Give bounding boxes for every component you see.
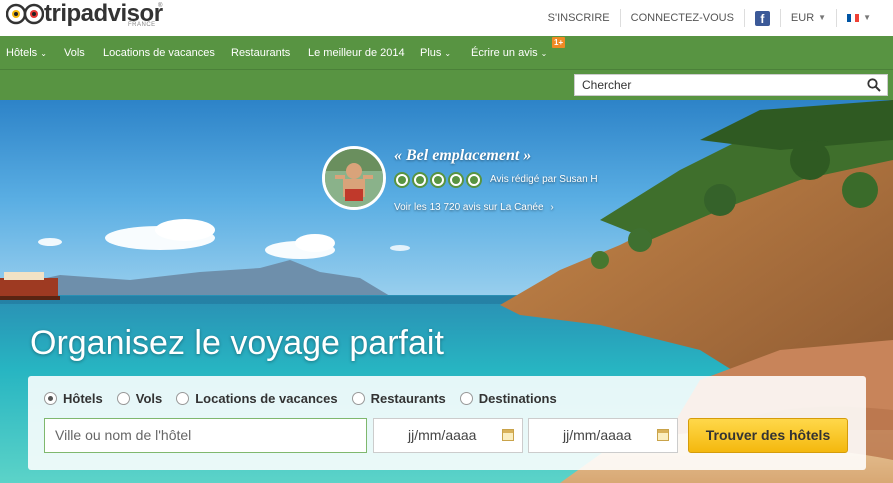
facebook-icon: f — [754, 10, 770, 26]
signup-link[interactable]: S'INSCRIRE — [538, 9, 620, 27]
chevron-down-icon: ⌄ — [40, 49, 47, 58]
search-bar-row: Chercher — [0, 70, 893, 100]
account-nav: S'INSCRIRE CONNECTEZ-VOUS f EUR ▼ ▼ — [538, 0, 881, 36]
logo-country: FRANCE — [128, 22, 156, 28]
nav-item-restaurants[interactable]: Restaurants — [231, 36, 290, 70]
facebook-button[interactable]: f — [743, 9, 780, 27]
radio-button[interactable] — [351, 392, 365, 405]
calendar-icon[interactable] — [502, 429, 514, 441]
nav-item-flights[interactable]: Vols — [64, 36, 85, 70]
hero-banner: « Bel emplacement » Avis rédigé par Susa… — [0, 100, 893, 483]
france-flag-icon — [847, 14, 860, 22]
rating-bubble-icon — [466, 172, 482, 188]
review-quote[interactable]: « Bel emplacement » — [394, 147, 531, 165]
chevron-down-icon: ▼ — [818, 13, 827, 22]
radio-button[interactable] — [459, 392, 473, 405]
nav-item-vacation-rentals[interactable]: Locations de vacances — [103, 36, 215, 70]
nav-item-write-review[interactable]: Écrire un avis ⌄ — [471, 36, 547, 70]
main-nav: Hôtels ⌄ Vols Locations de vacances Resta… — [0, 36, 893, 70]
option-flights[interactable]: Vols — [116, 391, 162, 406]
review-author: Avis rédigé par Susan H — [490, 174, 598, 185]
language-selector[interactable]: ▼ — [836, 9, 881, 27]
radio-button[interactable] — [116, 392, 130, 405]
chevron-down-icon: ⌄ — [444, 49, 452, 58]
search-type-options: Hôtels Vols Locations de vacances Restau… — [44, 391, 571, 406]
avatar-photo — [325, 149, 383, 207]
city-placeholder: Ville ou nom de l'hôtel — [55, 427, 192, 443]
owl-icon — [6, 3, 44, 25]
hero-title: Organisez le voyage parfait — [30, 324, 444, 362]
option-vacation-rentals[interactable]: Locations de vacances — [176, 391, 338, 406]
logo-registered: ® — [158, 3, 163, 9]
reviewer-avatar[interactable] — [322, 146, 386, 210]
option-restaurants[interactable]: Restaurants — [351, 391, 446, 406]
rating-bubbles — [394, 172, 482, 188]
option-hotels[interactable]: Hôtels — [44, 391, 103, 406]
checkout-date-input[interactable]: jj/mm/aaaa — [528, 418, 678, 453]
featured-review: « Bel emplacement » Avis rédigé par Susa… — [322, 146, 622, 216]
chevron-down-icon: ⌄ — [540, 49, 548, 58]
rating-bubble-icon — [394, 172, 410, 188]
search-input[interactable]: Chercher — [574, 74, 888, 96]
find-hotels-button[interactable]: Trouver des hôtels — [688, 418, 848, 453]
search-placeholder: Chercher — [582, 78, 632, 92]
rating-bubble-icon — [412, 172, 428, 188]
see-all-reviews-link[interactable]: Voir les 13 720 avis sur La Canée › — [394, 202, 554, 213]
option-destinations[interactable]: Destinations — [459, 391, 557, 406]
nav-item-best-of-2014[interactable]: Le meilleur de 2014 — [308, 36, 405, 70]
checkin-date-input[interactable]: jj/mm/aaaa — [373, 418, 523, 453]
currency-selector[interactable]: EUR ▼ — [779, 9, 836, 27]
radio-button[interactable] — [176, 392, 190, 405]
rating-bubble-icon — [430, 172, 446, 188]
calendar-icon[interactable] — [657, 429, 669, 441]
review-count-badge: 1+ — [552, 37, 566, 48]
rating-bubble-icon — [448, 172, 464, 188]
nav-item-more[interactable]: Plus ⌄ — [420, 36, 451, 70]
booking-panel: Hôtels Vols Locations de vacances Restau… — [28, 376, 866, 470]
chevron-down-icon: ▼ — [863, 13, 871, 22]
page: tripadvisor ® FRANCE S'INSCRIRE CONNECTE… — [0, 0, 893, 483]
chevron-right-icon: › — [550, 202, 554, 213]
top-bar: tripadvisor ® FRANCE S'INSCRIRE CONNECTE… — [0, 0, 893, 36]
nav-item-hotels[interactable]: Hôtels ⌄ — [6, 36, 47, 70]
city-or-hotel-input[interactable]: Ville ou nom de l'hôtel — [44, 418, 367, 453]
currency-label: EUR — [790, 12, 815, 24]
login-link[interactable]: CONNECTEZ-VOUS — [619, 9, 744, 27]
radio-button[interactable] — [44, 392, 57, 405]
search-icon[interactable] — [867, 78, 881, 92]
